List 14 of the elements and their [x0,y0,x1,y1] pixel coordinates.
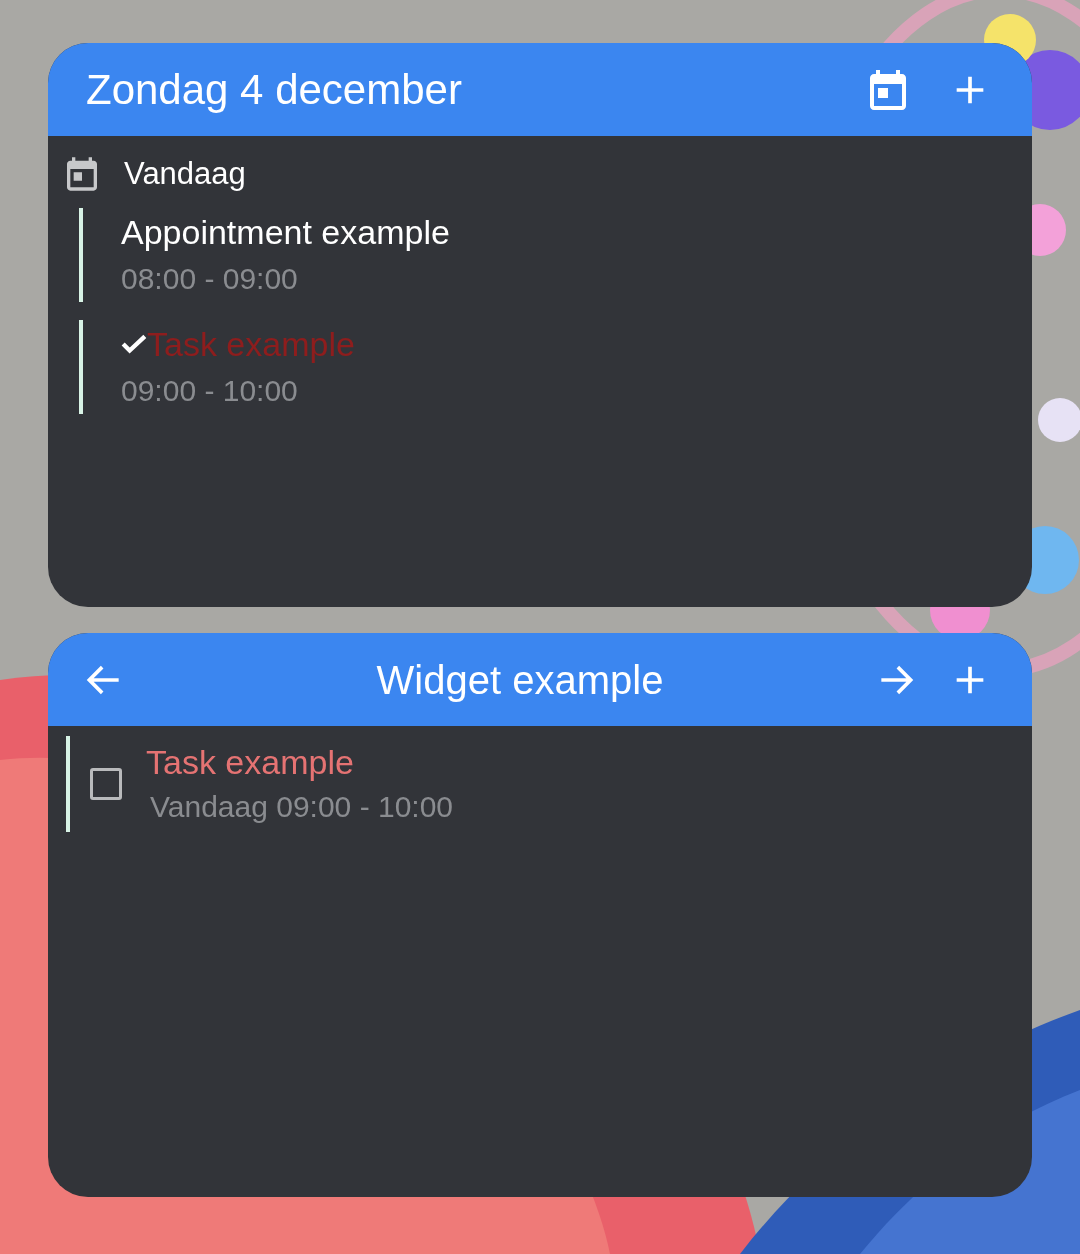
task-title: Task example [146,742,355,783]
event-time: 08:00 - 09:00 [121,261,299,297]
event-item[interactable]: Task example 09:00 - 10:00 [121,320,355,414]
task-item[interactable]: Task example Vandaag 09:00 - 10:00 [142,739,454,829]
checkmark-icon [121,333,147,355]
task-time: Vandaag 09:00 - 10:00 [149,789,454,825]
day-header: Vandaag [124,154,246,193]
event-title: Task example [147,324,355,365]
checkbox[interactable] [90,768,122,800]
widget-title: Widget example [375,656,665,704]
widget-title: Zondag 4 december [86,65,463,115]
event-title: Appointment example [121,212,450,253]
event-item[interactable]: Appointment example 08:00 - 09:00 [121,208,450,302]
event-time: 09:00 - 10:00 [121,373,299,409]
